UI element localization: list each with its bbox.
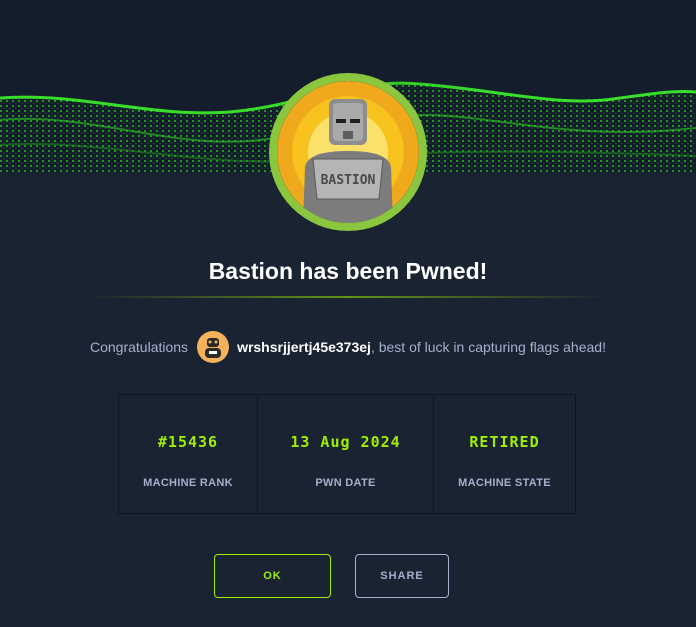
stat-machine-state: RETIRED MACHINE STATE [434,395,575,513]
title-divider [88,296,608,298]
stat-pwn-date: 13 Aug 2024 PWN DATE [258,395,434,513]
stat-value: 13 Aug 2024 [290,433,401,451]
stat-value: RETIRED [469,433,540,451]
stats-panel: #15436 MACHINE RANK 13 Aug 2024 PWN DATE… [118,394,576,514]
congrats-suffix: , best of luck in capturing flags ahead! [370,339,606,355]
machine-avatar-ring: BASTION [269,73,427,231]
bastion-robot-avatar-icon: BASTION [277,81,419,223]
user-avatar-icon [197,331,230,363]
svg-text:BASTION: BASTION [321,173,376,188]
congrats-prefix: Congratulations [90,339,189,355]
ok-button[interactable]: OK [214,554,331,598]
stat-value: #15436 [157,433,219,451]
username[interactable]: wrshsrjjertj45e373ej [237,339,371,355]
stat-label: MACHINE RANK [143,477,233,489]
stat-label: PWN DATE [315,477,376,489]
pwned-title: Bastion has been Pwned! [208,258,488,284]
share-button[interactable]: SHARE [355,554,449,598]
congrats-line: Congratulations wrshsrjjertj45e373ej, be… [0,329,696,365]
stat-label: MACHINE STATE [458,477,551,489]
stat-machine-rank: #15436 MACHINE RANK [119,395,258,513]
